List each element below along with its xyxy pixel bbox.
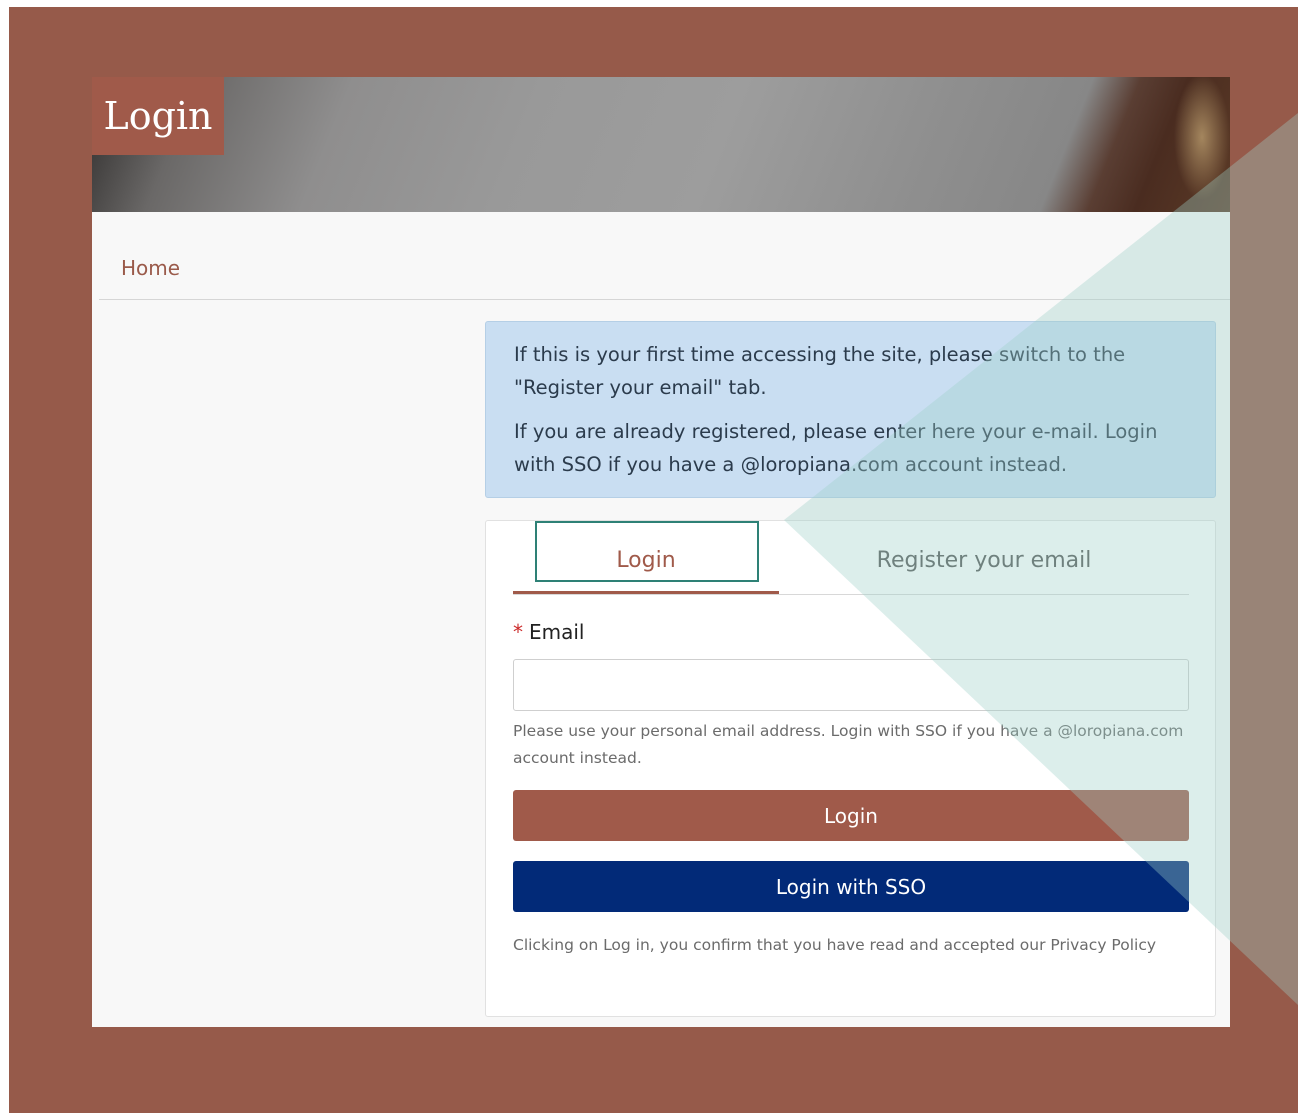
info-text-first-time: If this is your first time accessing the… xyxy=(514,343,1126,399)
hero-banner: Login xyxy=(92,77,1230,212)
login-card: Login Register your email * Email Please … xyxy=(485,520,1216,1017)
email-help-text: Please use your personal email address. … xyxy=(513,722,1184,767)
login-button[interactable]: Login xyxy=(513,790,1189,841)
breadcrumb: Home xyxy=(99,212,1230,300)
email-label: * Email xyxy=(513,620,585,644)
info-alert: If this is your first time accessing the… xyxy=(485,321,1216,498)
tab-register-label: Register your email xyxy=(876,548,1092,573)
tab-login-label: Login xyxy=(616,548,676,573)
required-marker: * xyxy=(513,620,523,644)
info-text-registered: If you are already registered, please en… xyxy=(514,420,1158,476)
breadcrumb-home-link[interactable]: Home xyxy=(121,256,180,280)
login-page: Login Home If this is your first time ac… xyxy=(92,77,1230,1027)
email-label-text: Email xyxy=(529,620,585,644)
privacy-notice: Clicking on Log in, you confirm that you… xyxy=(513,936,1157,954)
tab-login[interactable]: Login xyxy=(513,521,779,594)
email-input[interactable] xyxy=(513,659,1189,711)
tab-register-email[interactable]: Register your email xyxy=(779,521,1189,594)
tab-bar: Login Register your email xyxy=(513,521,1189,595)
page-title: Login xyxy=(92,77,224,155)
login-sso-button[interactable]: Login with SSO xyxy=(513,861,1189,912)
